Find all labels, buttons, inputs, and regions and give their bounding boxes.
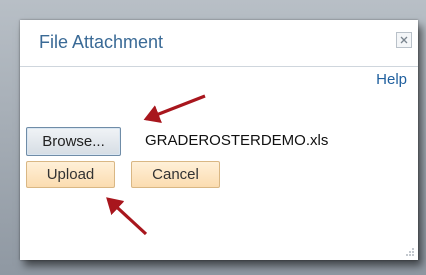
dialog-title: File Attachment xyxy=(39,32,164,52)
cancel-button[interactable]: Cancel xyxy=(131,161,220,188)
upload-button[interactable]: Upload xyxy=(26,161,115,188)
close-button[interactable] xyxy=(396,32,412,48)
browse-button[interactable]: Browse... xyxy=(26,127,121,156)
resize-grip-icon[interactable] xyxy=(405,247,415,257)
selected-file-name: GRADEROSTERDEMO.xls xyxy=(145,132,329,149)
dialog-title-bar: File Attachment xyxy=(20,20,418,67)
close-icon xyxy=(400,36,408,44)
help-link[interactable]: Help xyxy=(376,71,407,88)
file-attachment-dialog: File Attachment Help Browse... GRADEROST… xyxy=(20,20,418,260)
